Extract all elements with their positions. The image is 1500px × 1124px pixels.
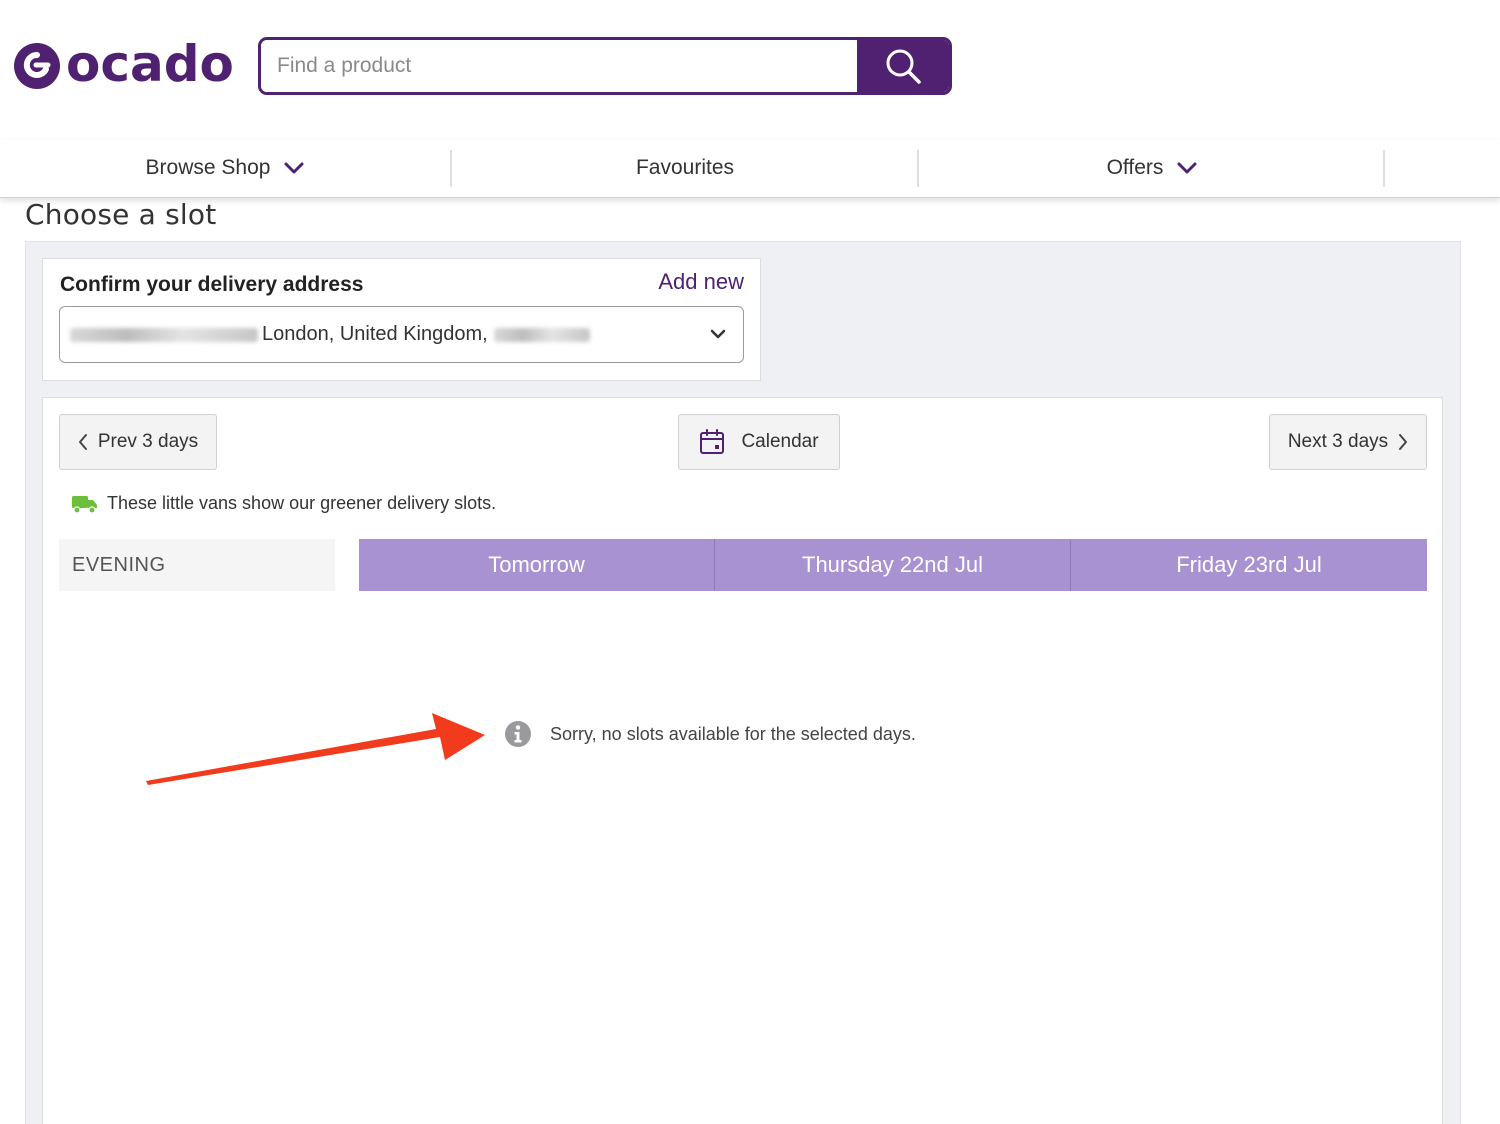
address-select-value: London, United Kingdom, [262,323,488,345]
prev-3-days-button[interactable]: Prev 3 days [59,414,217,470]
no-slots-message-text: Sorry, no slots available for the select… [550,723,916,744]
nav-offers[interactable]: Offers [919,140,1385,196]
nav-favourites[interactable]: Favourites [452,140,918,196]
next-3-days-button[interactable]: Next 3 days [1269,414,1427,470]
no-slots-message: Sorry, no slots available for the select… [504,720,916,748]
calendar-label: Calendar [741,431,819,452]
nav-browse-shop[interactable]: Browse Shop [0,140,450,196]
ocado-logo[interactable]: ocado [12,36,234,92]
ocado-logo-mark-icon [14,43,60,89]
day-header-tomorrow[interactable]: Tomorrow [359,539,714,591]
redacted-postcode-text [493,327,590,342]
nav-divider [1383,150,1385,187]
main-nav: Browse Shop Favourites Offers [0,140,1500,198]
site-header: ocado Browse Shop Favourites Offers [0,0,1500,198]
greener-slots-note: These little vans show our greener deliv… [71,493,496,514]
redacted-address-text [70,327,258,342]
search-button[interactable] [857,40,949,92]
search-bar [258,37,952,95]
calendar-icon [699,429,725,455]
ocado-logo-text: ocado [66,35,234,93]
red-arrow-icon [146,713,485,785]
period-label-evening: EVENING [59,539,335,591]
nav-browse-shop-label: Browse Shop [145,156,271,179]
calendar-button[interactable]: Calendar [678,414,840,470]
greener-slots-note-text: These little vans show our greener deliv… [107,493,497,513]
day-header-thursday[interactable]: Thursday 22nd Jul [714,539,1070,591]
day-header-friday[interactable]: Friday 23rd Jul [1070,539,1427,591]
chevron-left-icon [78,433,88,451]
green-van-icon [71,494,99,514]
address-title: Confirm your delivery address [60,273,364,296]
next-3-days-label: Next 3 days [1287,431,1389,452]
chevron-right-icon [1398,433,1408,451]
delivery-address-card: Confirm your delivery address Add new Lo… [42,258,761,381]
chevron-down-icon [284,162,304,174]
search-icon [886,49,921,84]
page-title: Choose a slot [25,198,217,231]
nav-favourites-label: Favourites [635,156,735,179]
nav-offers-label: Offers [1106,156,1164,179]
chevron-down-icon [1177,162,1197,174]
search-input[interactable] [261,40,857,92]
address-select[interactable]: London, United Kingdom, [59,306,744,363]
prev-3-days-label: Prev 3 days [97,431,199,452]
info-icon [504,720,532,748]
chevron-down-icon [710,329,726,339]
add-new-address-link[interactable]: Add new [658,269,744,295]
